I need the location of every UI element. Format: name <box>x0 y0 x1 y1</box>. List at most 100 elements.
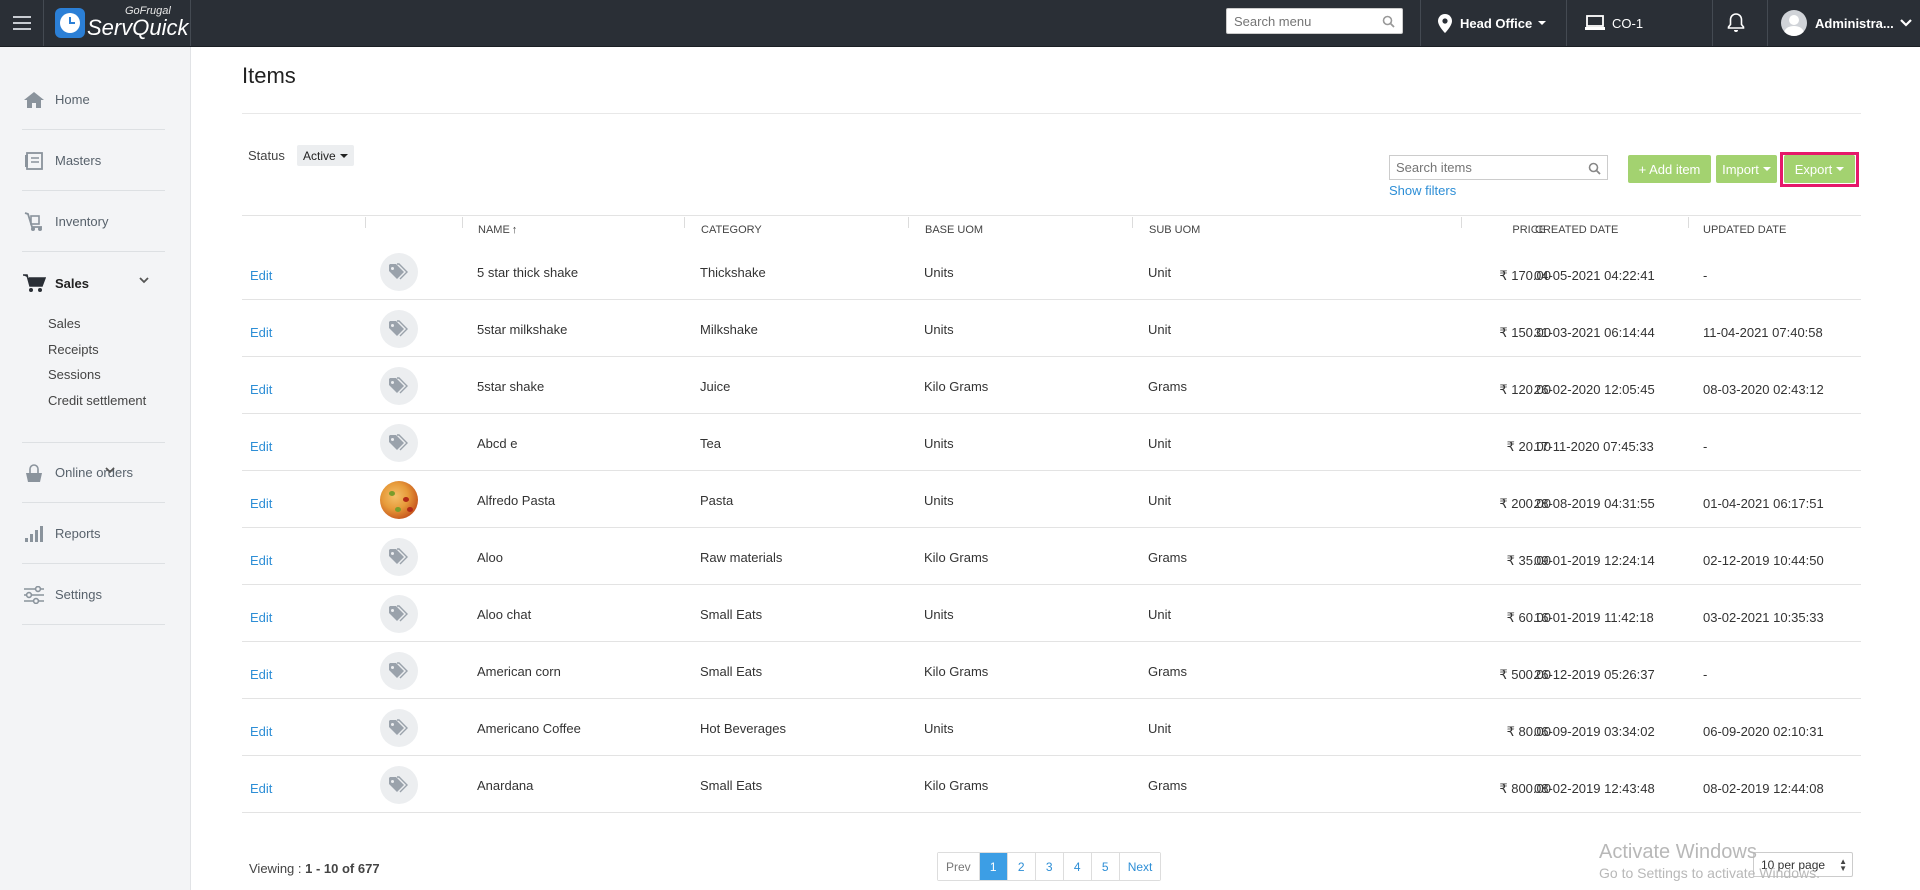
import-button[interactable]: Import <box>1716 155 1777 183</box>
tag-icon <box>389 377 408 394</box>
viewing-label: Viewing : <box>249 861 306 876</box>
search-icon[interactable] <box>1588 162 1601 175</box>
column-header-name-label: NAME <box>478 223 510 236</box>
location-selector[interactable]: Head Office <box>1438 0 1547 46</box>
item-base-uom: Units <box>924 436 954 451</box>
notifications-button[interactable] <box>1727 0 1745 46</box>
page-button-2[interactable]: 2 <box>1006 853 1035 880</box>
sidebar-item-home[interactable]: Home <box>22 70 165 130</box>
column-header-base-uom[interactable]: BASE UOM <box>925 216 983 243</box>
status-value: Active <box>303 148 336 163</box>
hamburger-menu-button[interactable] <box>0 0 44 46</box>
divider <box>242 113 1861 114</box>
item-image <box>380 367 418 405</box>
sidebar-item-inventory[interactable]: Inventory <box>22 192 165 252</box>
item-category: Thickshake <box>700 265 766 280</box>
item-search-input[interactable] <box>1390 156 1580 179</box>
user-menu[interactable]: Administra... <box>1781 0 1912 46</box>
item-image <box>380 652 418 690</box>
item-sub-uom: Unit <box>1148 436 1172 451</box>
page-button-4[interactable]: 4 <box>1062 853 1091 880</box>
search-icon[interactable] <box>1382 15 1395 28</box>
sidebar-subitem-sessions[interactable]: Sessions <box>48 367 101 382</box>
column-header-sub-uom[interactable]: SUB UOM <box>1149 216 1200 243</box>
page-button-1[interactable]: 1 <box>978 853 1007 880</box>
next-page-button[interactable]: Next <box>1118 853 1161 880</box>
masters-icon <box>22 151 46 171</box>
sidebar-subitem-receipts[interactable]: Receipts <box>48 342 99 357</box>
sidebar-subitem-credit-settlement[interactable]: Credit settlement <box>48 393 146 408</box>
item-base-uom: Kilo Grams <box>924 664 989 679</box>
item-photo <box>380 481 418 519</box>
divider <box>365 217 366 228</box>
edit-link[interactable]: Edit <box>250 781 272 796</box>
item-base-uom: Kilo Grams <box>924 550 989 565</box>
add-item-button[interactable]: + Add item <box>1628 155 1711 183</box>
item-sub-uom: Unit <box>1148 322 1172 337</box>
item-updated-date: - <box>1703 268 1708 283</box>
edit-link[interactable]: Edit <box>250 724 272 739</box>
column-header-updated-date[interactable]: UPDATED DATE <box>1703 216 1786 243</box>
edit-link[interactable]: Edit <box>250 439 272 454</box>
top-bar: GoFrugal ServQuick Head Office CO-1 Admi… <box>0 0 1920 47</box>
status-dropdown[interactable]: Active <box>297 145 354 166</box>
edit-link[interactable]: Edit <box>250 667 272 682</box>
logo-brand-name: ServQuick <box>87 14 189 40</box>
item-created-date: 28-08-2019 04:31:55 <box>1534 496 1655 511</box>
sidebar-item-masters[interactable]: Masters <box>22 131 165 191</box>
home-icon <box>22 90 46 110</box>
edit-link[interactable]: Edit <box>250 610 272 625</box>
counter-label: CO-1 <box>1612 15 1644 31</box>
column-header-created-date[interactable]: CREATED DATE <box>1535 216 1618 243</box>
edit-link[interactable]: Edit <box>250 325 272 340</box>
item-base-uom: Units <box>924 322 954 337</box>
monitor-icon <box>1585 15 1605 30</box>
edit-link[interactable]: Edit <box>250 496 272 511</box>
column-header-name[interactable]: NAME ↑ <box>478 216 517 243</box>
table-row: Edit 5 star thick shake Thickshake Units… <box>242 243 1861 300</box>
edit-link[interactable]: Edit <box>250 382 272 397</box>
app-logo[interactable]: GoFrugal ServQuick <box>55 4 188 42</box>
item-image <box>380 310 418 348</box>
sidebar-item-label: Settings <box>55 587 102 602</box>
sidebar: Home Masters Inventory Sales Sales Recei… <box>0 47 191 890</box>
item-sub-uom: Unit <box>1148 493 1172 508</box>
edit-link[interactable]: Edit <box>250 553 272 568</box>
chevron-down-icon <box>1762 167 1771 171</box>
item-category: Small Eats <box>700 664 763 679</box>
page-button-3[interactable]: 3 <box>1034 853 1063 880</box>
prev-page-button[interactable]: Prev <box>938 853 979 880</box>
tag-icon <box>389 719 408 736</box>
sidebar-subitem-sales[interactable]: Sales <box>48 316 81 331</box>
page-title: Items <box>242 63 296 88</box>
item-category: Hot Beverages <box>700 721 786 736</box>
item-image <box>380 538 418 576</box>
page-button-5[interactable]: 5 <box>1090 853 1119 880</box>
table-row: Edit 5star shake Juice Kilo Grams Grams … <box>242 357 1861 414</box>
show-filters-link[interactable]: Show filters <box>1389 183 1456 198</box>
settings-icon <box>22 585 46 605</box>
item-name: 5star shake <box>477 379 545 394</box>
divider <box>1132 217 1133 228</box>
per-page-select[interactable]: 10 per page ▲ ▼ <box>1753 852 1853 877</box>
edit-link[interactable]: Edit <box>250 268 272 283</box>
sidebar-item-settings[interactable]: Settings <box>22 565 165 625</box>
export-highlight-box <box>1780 152 1859 187</box>
menu-search-input[interactable] <box>1227 9 1377 33</box>
counter-selector[interactable]: CO-1 <box>1585 0 1643 46</box>
column-header-category[interactable]: CATEGORY <box>701 216 762 243</box>
divider <box>1712 0 1713 46</box>
item-sub-uom: Unit <box>1148 607 1172 622</box>
tag-icon <box>389 776 408 793</box>
item-search-box <box>1389 155 1608 180</box>
item-created-date: 26-12-2019 05:26:37 <box>1534 667 1655 682</box>
sidebar-item-online-orders[interactable]: Online orders <box>22 443 165 503</box>
inventory-icon <box>22 211 46 232</box>
item-image <box>380 253 418 291</box>
divider <box>1767 0 1768 46</box>
item-created-date: 04-05-2021 04:22:41 <box>1534 268 1655 283</box>
sidebar-item-sales[interactable]: Sales <box>22 253 165 313</box>
item-base-uom: Units <box>924 493 954 508</box>
sidebar-item-reports[interactable]: Reports <box>22 504 165 564</box>
item-base-uom: Kilo Grams <box>924 778 989 793</box>
